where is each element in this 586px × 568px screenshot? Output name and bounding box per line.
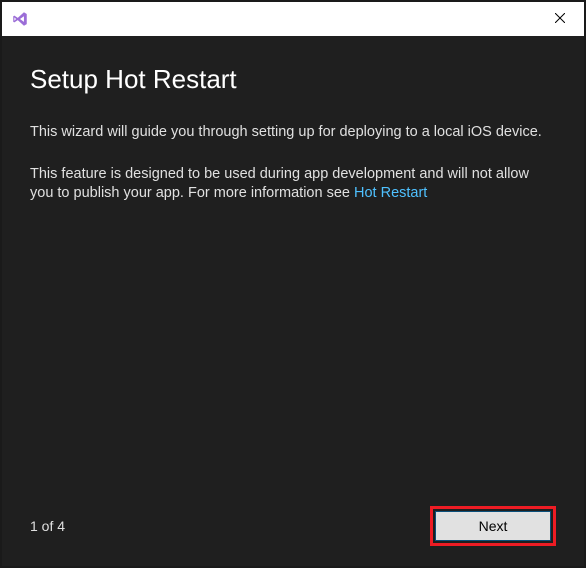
visual-studio-icon bbox=[10, 9, 30, 29]
titlebar bbox=[2, 2, 584, 36]
next-button-highlight: Next bbox=[430, 506, 556, 546]
dialog-footer: 1 of 4 Next bbox=[30, 506, 556, 546]
page-title: Setup Hot Restart bbox=[30, 64, 556, 95]
close-icon bbox=[555, 10, 565, 28]
step-indicator: 1 of 4 bbox=[30, 518, 65, 534]
close-button[interactable] bbox=[540, 4, 580, 34]
intro-text-2: This feature is designed to be used duri… bbox=[30, 165, 556, 204]
next-button[interactable]: Next bbox=[435, 511, 551, 541]
hot-restart-link[interactable]: Hot Restart bbox=[354, 185, 427, 201]
dialog-window: Setup Hot Restart This wizard will guide… bbox=[0, 0, 586, 568]
dialog-content: Setup Hot Restart This wizard will guide… bbox=[2, 36, 584, 566]
intro-text-1: This wizard will guide you through setti… bbox=[30, 123, 556, 143]
intro-text-2-pre: This feature is designed to be used duri… bbox=[30, 166, 529, 202]
